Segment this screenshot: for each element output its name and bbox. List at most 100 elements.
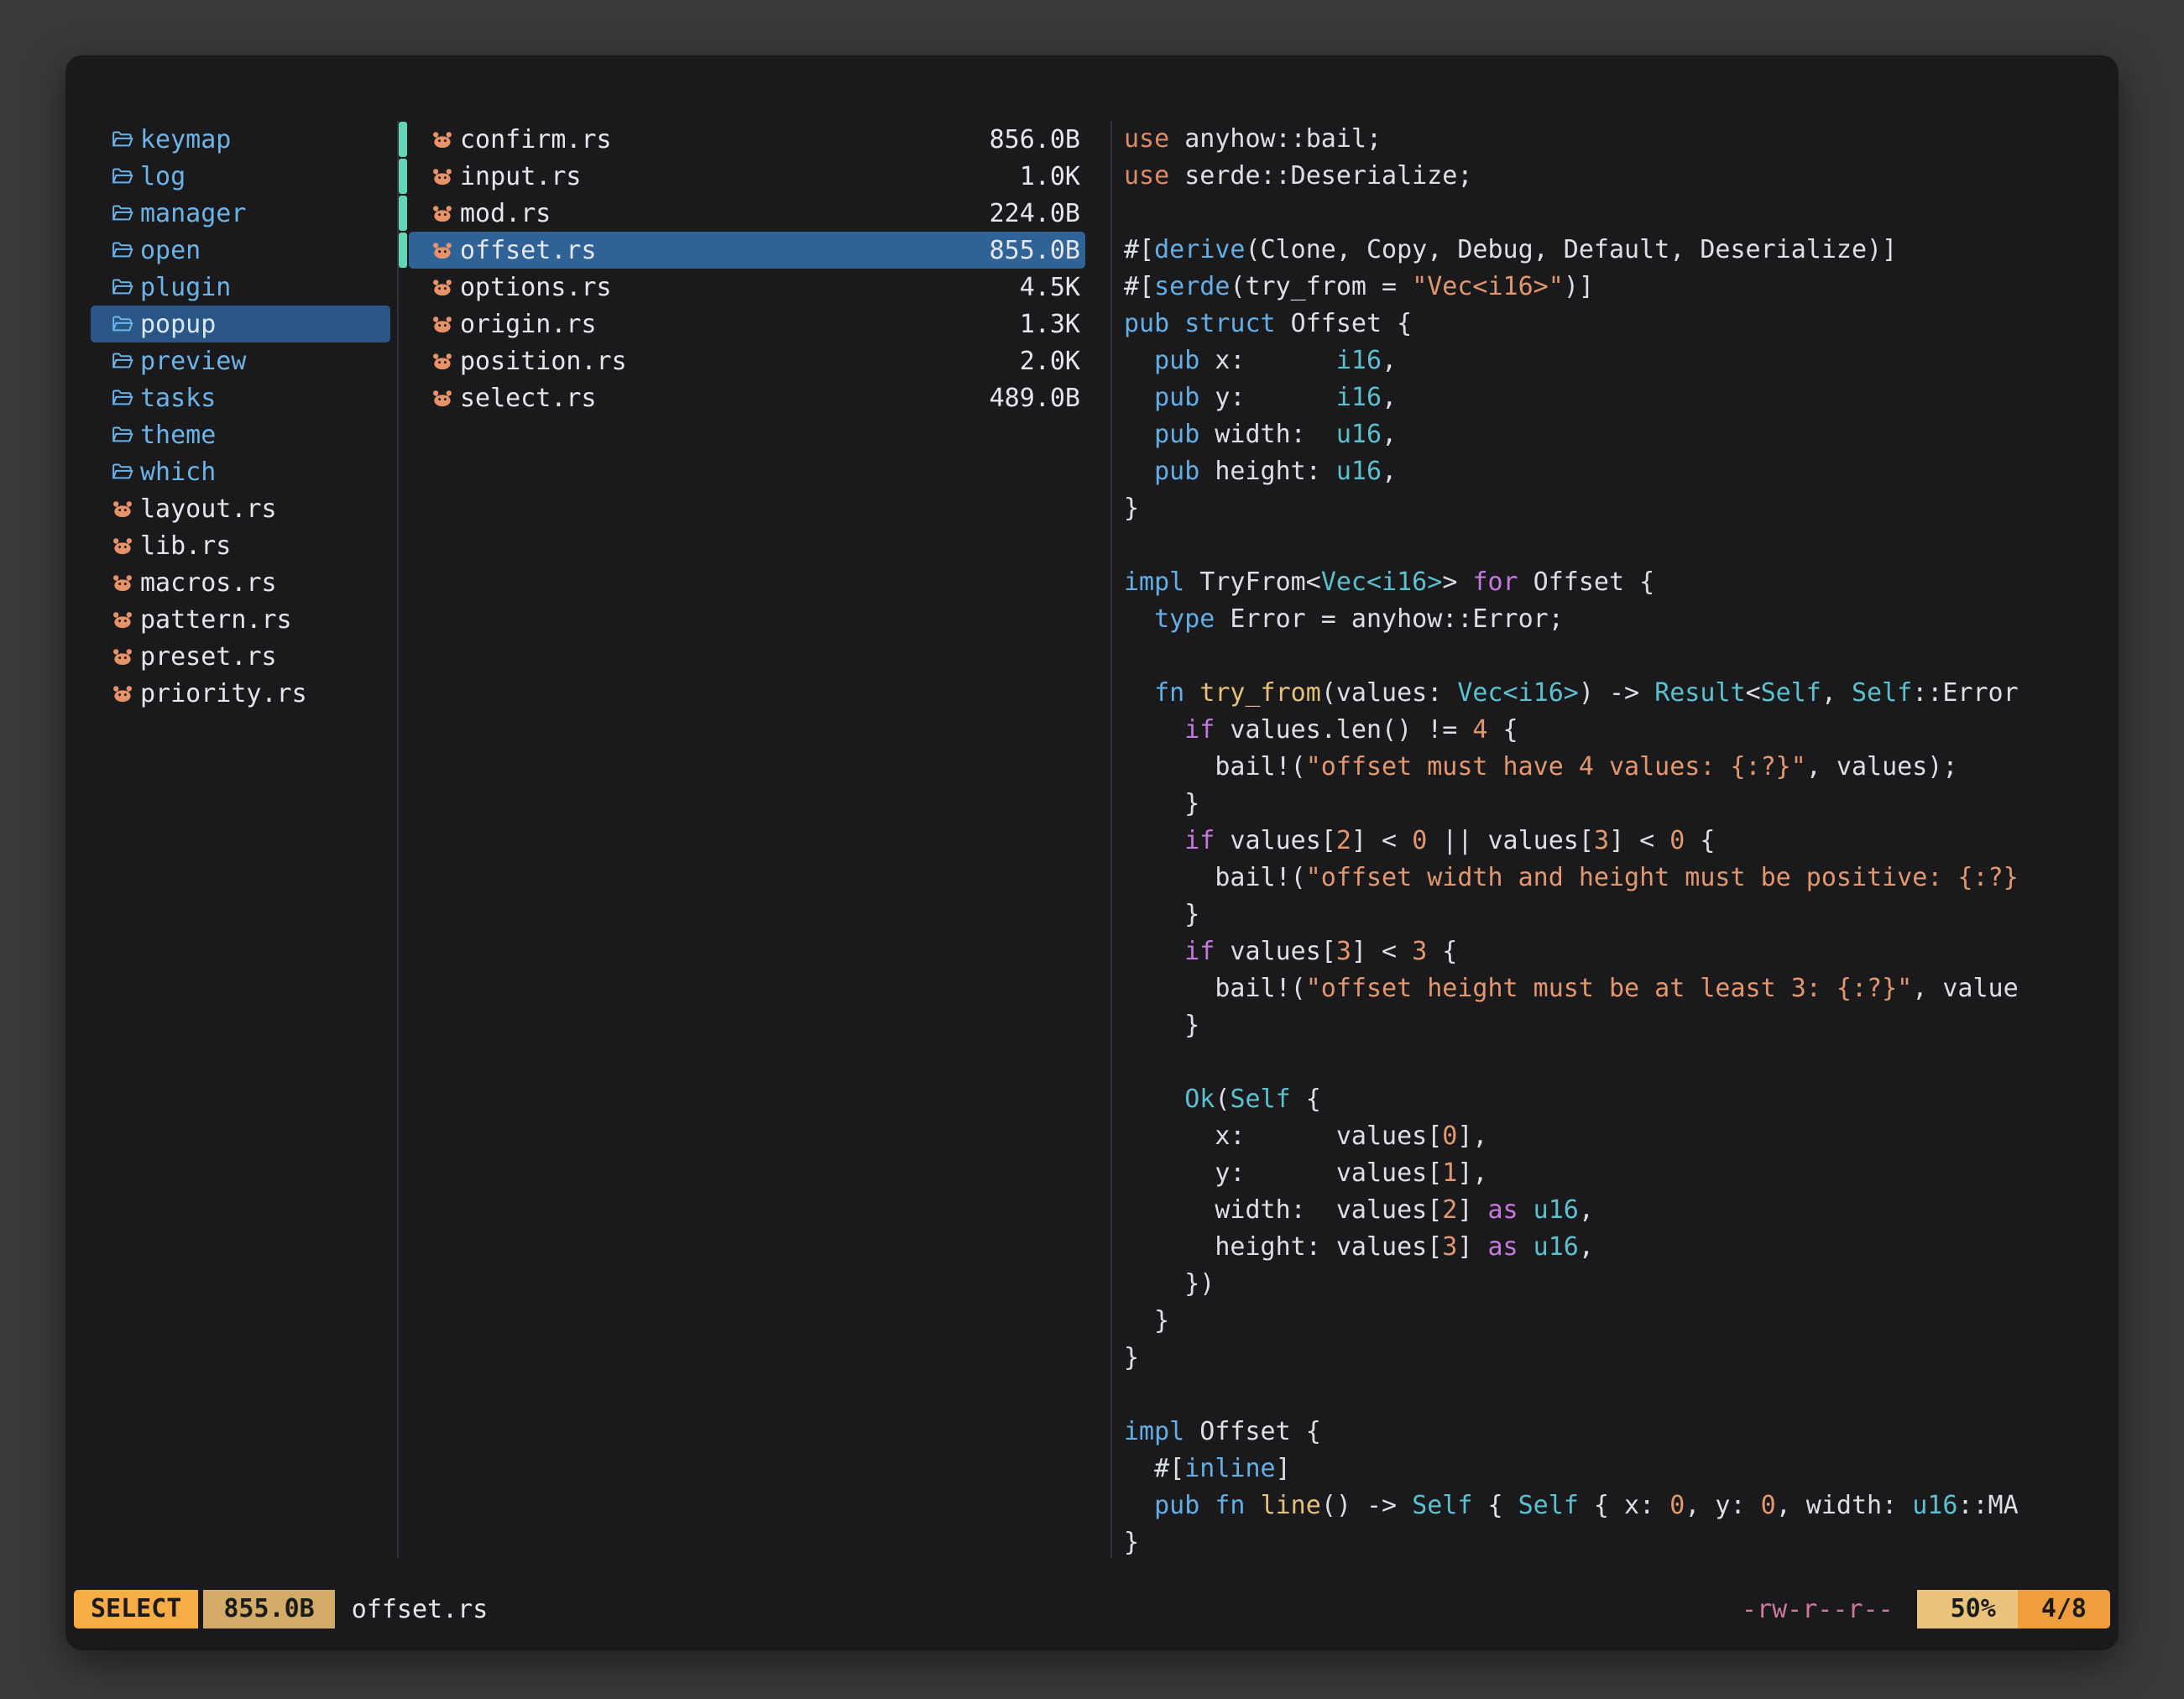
file-size: 1.3K [1020,310,1085,339]
code-line: height: values[3] as u16, [1124,1229,2119,1266]
file-name: mod.rs [460,199,551,228]
file-row[interactable]: options.rs4.5K [409,269,1085,306]
parent-dir-item[interactable]: tasks [91,379,390,416]
parent-dir-item[interactable]: keymap [91,121,390,158]
code-line: pub height: u16, [1124,453,2119,490]
code-line: use serde::Deserialize; [1124,158,2119,195]
rust-file-icon [111,497,134,520]
parent-directory-pane: keymap log manager open plugin popup preview ta… [65,121,397,1558]
current-directory-pane: confirm.rs 856.0B input.rs1.0Kmod.rs224.0B… [397,121,1112,1558]
rust-file-icon [431,349,454,373]
parent-dir-item-label: preview [140,347,246,376]
code-line [1124,1044,2119,1081]
code-line: }) [1124,1266,2119,1303]
code-line: x: values[0], [1124,1118,2119,1155]
status-bar-left: SELECT 855.0B offset.rs [74,1590,488,1628]
code-line [1124,638,2119,675]
file-manager-window: keymap log manager open plugin popup preview ta… [65,55,2119,1650]
folder-icon [111,349,134,373]
file-name: options.rs [460,273,612,302]
file-row[interactable]: origin.rs 1.3K [409,306,1085,342]
file-row[interactable]: offset.rs 855.0B [409,232,1085,269]
folder-icon [111,128,134,151]
file-permissions: -rw-r--r-- [1742,1595,1894,1624]
status-bar: SELECT 855.0B offset.rs -rw-r--r-- 50% 4… [74,1590,2110,1628]
parent-dir-item[interactable]: preset.rs [91,638,390,675]
status-filename: offset.rs [352,1595,489,1624]
parent-dir-item[interactable]: which [91,453,390,490]
parent-dir-item-label: theme [140,421,216,450]
folder-icon [111,275,134,299]
code-line: pub y: i16, [1124,379,2119,416]
parent-dir-item-label: which [140,457,216,487]
file-name: offset.rs [460,236,597,265]
file-size: 856.0B [990,125,1085,154]
file-row[interactable]: input.rs1.0K [409,158,1085,195]
file-name: position.rs [460,347,627,376]
code-line: bail!("offset height must be at least 3:… [1124,970,2119,1007]
file-name: select.rs [460,384,597,413]
code-line: bail!("offset width and height must be p… [1124,860,2119,897]
parent-dir-item[interactable]: popup [91,306,390,342]
code-line: y: values[1], [1124,1155,2119,1192]
parent-dir-item[interactable]: preview [91,342,390,379]
parent-dir-item[interactable]: macros.rs [91,564,390,601]
rust-file-icon [111,645,134,668]
file-row[interactable]: position.rs 2.0K [409,342,1085,379]
rust-file-icon [431,275,454,299]
rust-file-icon [431,386,454,410]
file-size: 855.0B [990,236,1085,265]
code-line: } [1124,1007,2119,1044]
code-line: use anyhow::bail; [1124,121,2119,158]
code-line: bail!("offset must have 4 values: {:?}",… [1124,749,2119,786]
file-row[interactable]: mod.rs224.0B [409,195,1085,232]
folder-icon [111,165,134,188]
rust-file-icon [111,534,134,557]
code-line: } [1124,786,2119,823]
code-line: pub x: i16, [1124,342,2119,379]
parent-dir-item[interactable]: theme [91,416,390,453]
parent-dir-item[interactable]: open [91,232,390,269]
code-line: #[derive(Clone, Copy, Debug, Default, De… [1124,232,2119,269]
parent-dir-item-label: lib.rs [140,531,231,561]
folder-icon [111,386,134,410]
panes-container: keymap log manager open plugin popup preview ta… [65,121,2119,1558]
parent-dir-item[interactable]: log [91,158,390,195]
parent-dir-item-label: plugin [140,273,231,302]
file-row[interactable]: select.rs489.0B [409,379,1085,416]
parent-dir-item-label: layout.rs [140,494,277,524]
file-name: origin.rs [460,310,597,339]
parent-dir-item[interactable]: manager [91,195,390,232]
mode-badge: SELECT [74,1590,198,1628]
parent-dir-item[interactable]: lib.rs [91,527,390,564]
code-line: } [1124,490,2119,527]
parent-dir-item[interactable]: priority.rs [91,675,390,712]
code-line: pub width: u16, [1124,416,2119,453]
parent-dir-item-label: tasks [140,384,216,413]
scroll-percent-badge: 50% [1917,1590,2018,1628]
code-line: } [1124,1340,2119,1377]
rust-file-icon [111,608,134,631]
file-size: 2.0K [1020,347,1085,376]
parent-dir-item[interactable]: plugin [91,269,390,306]
code-line: pub fn line() -> Self { Self { x: 0, y: … [1124,1487,2119,1524]
code-line: if values[3] < 3 { [1124,933,2119,970]
code-line: } [1124,897,2119,933]
parent-dir-item[interactable]: pattern.rs [91,601,390,638]
file-name: confirm.rs [460,125,612,154]
parent-dir-item-label: preset.rs [140,642,277,672]
parent-dir-item-label: pattern.rs [140,605,292,635]
parent-dir-item-label: keymap [140,125,231,154]
file-row[interactable]: confirm.rs 856.0B [409,121,1085,158]
code-line: } [1124,1524,2119,1558]
code-line: } [1124,1303,2119,1340]
code-line: if values[2] < 0 || values[3] < 0 { [1124,823,2119,860]
folder-icon [111,460,134,484]
rust-file-icon [111,571,134,594]
parent-dir-item-label: log [140,162,185,191]
code-line: pub struct Offset { [1124,306,2119,342]
parent-dir-item[interactable]: layout.rs [91,490,390,527]
folder-icon [111,201,134,225]
parent-dir-item-label: manager [140,199,246,228]
selection-marker [399,233,407,268]
